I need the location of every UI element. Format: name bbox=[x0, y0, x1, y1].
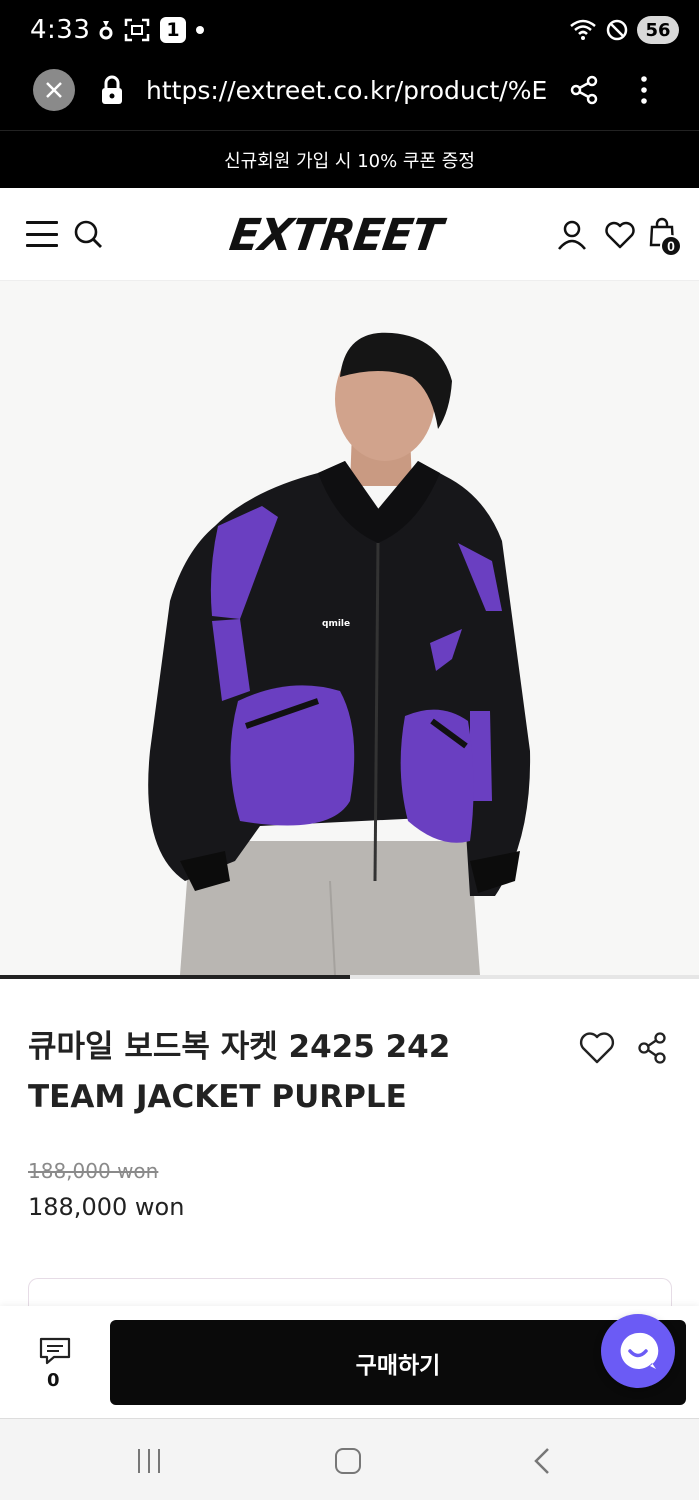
product-title: 큐마일 보드복 자켓 2425 242 TEAM JACKET PURPLE bbox=[28, 1022, 558, 1122]
close-icon bbox=[46, 82, 62, 98]
promo-banner[interactable]: 신규회원 가입 시 10% 쿠폰 증정 bbox=[0, 130, 699, 188]
original-price: 188,000 won bbox=[28, 1159, 159, 1183]
status-icons-right: 56 bbox=[569, 16, 679, 44]
product-photo: qmile bbox=[0, 281, 699, 975]
carousel-progress bbox=[0, 975, 699, 979]
screenshot-icon bbox=[124, 18, 150, 42]
close-tab-button[interactable] bbox=[33, 69, 75, 111]
notification-count-badge: 1 bbox=[160, 17, 186, 43]
site-logo[interactable]: EXTREET bbox=[226, 210, 444, 261]
browser-url-bar: https://extreet.co.kr/product/%E bbox=[0, 62, 699, 130]
product-title-line1: 큐마일 보드복 자켓 2425 242 bbox=[28, 1029, 451, 1065]
wifi-icon bbox=[570, 19, 596, 40]
chat-button[interactable] bbox=[601, 1314, 675, 1388]
sale-price: 188,000 won bbox=[28, 1193, 185, 1221]
status-bar: 4:33 1 56 bbox=[0, 0, 699, 62]
bottom-action-bar: 0 구매하기 bbox=[0, 1306, 699, 1418]
notification-app-icon bbox=[99, 21, 113, 40]
more-notifications-dot bbox=[196, 26, 204, 34]
carousel-progress-fill bbox=[0, 975, 350, 979]
do-not-disturb-icon bbox=[606, 19, 628, 41]
user-icon[interactable] bbox=[556, 219, 588, 251]
home-icon[interactable] bbox=[335, 1448, 361, 1474]
site-header: EXTREET 0 bbox=[0, 188, 699, 281]
search-icon[interactable] bbox=[73, 219, 103, 249]
product-share-icon[interactable] bbox=[636, 1031, 668, 1065]
review-icon[interactable] bbox=[38, 1336, 72, 1366]
menu-icon[interactable] bbox=[26, 221, 58, 247]
status-icons-left: 1 bbox=[98, 17, 204, 43]
cart-count-badge: 0 bbox=[660, 235, 682, 257]
promo-text: 신규회원 가입 시 10% 쿠폰 증정 bbox=[224, 150, 475, 172]
chat-icon bbox=[620, 1332, 659, 1369]
product-wishlist-icon[interactable] bbox=[578, 1031, 616, 1065]
wishlist-icon[interactable] bbox=[604, 220, 636, 250]
share-icon[interactable] bbox=[568, 74, 600, 106]
more-options-icon[interactable] bbox=[636, 74, 652, 106]
product-title-line2: TEAM JACKET PURPLE bbox=[28, 1079, 407, 1115]
back-icon[interactable] bbox=[532, 1447, 552, 1475]
recent-apps-icon[interactable] bbox=[138, 1449, 160, 1473]
lock-icon bbox=[102, 75, 122, 104]
url-text[interactable]: https://extreet.co.kr/product/%E bbox=[146, 76, 546, 105]
buy-button[interactable]: 구매하기 bbox=[110, 1320, 686, 1405]
product-image-carousel[interactable]: qmile bbox=[0, 281, 699, 975]
jacket-brand-text: qmile bbox=[322, 619, 350, 629]
system-nav-bar bbox=[0, 1418, 699, 1500]
battery-indicator: 56 bbox=[637, 16, 679, 44]
review-count: 0 bbox=[47, 1370, 60, 1391]
status-time: 4:33 bbox=[30, 15, 91, 45]
